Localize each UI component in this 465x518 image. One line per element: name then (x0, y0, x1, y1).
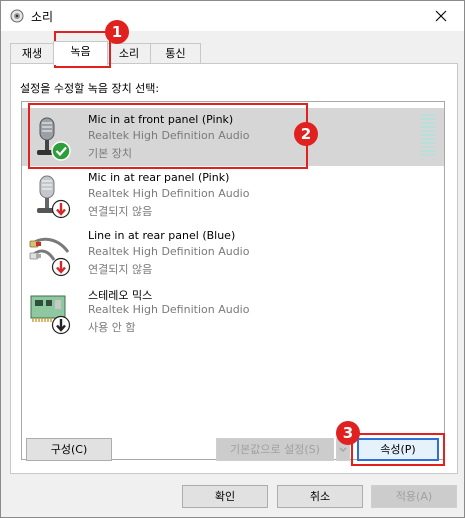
device-driver: Realtek High Definition Audio (88, 187, 250, 200)
title-bar: 소리 (1, 1, 464, 31)
annotation-box-3 (351, 433, 445, 466)
device-driver: Realtek High Definition Audio (88, 303, 250, 316)
configure-button[interactable]: 구성(C) (26, 438, 112, 461)
cancel-button[interactable]: 취소 (277, 485, 363, 508)
speaker-icon (10, 9, 24, 23)
unplugged-arrow-icon (51, 199, 71, 219)
annotation-box-2 (28, 103, 308, 169)
list-item-device-stereo-mix[interactable]: 스테레오 믹스 Realtek High Definition Audio 사용… (22, 282, 444, 340)
tab-sounds[interactable]: 소리 (107, 43, 151, 64)
close-icon (435, 10, 447, 22)
apply-button[interactable]: 적용(A) (371, 485, 457, 508)
sound-dialog: 소리 재생 녹음 소리 통신 설정을 수정할 녹음 장치 선택: Mic in … (0, 0, 465, 518)
device-status: 연결되지 않음 (88, 263, 153, 276)
device-name: Mic in at rear panel (Pink) (88, 171, 230, 184)
device-name: 스테레오 믹스 (88, 289, 153, 302)
audio-cable-icon (29, 237, 71, 277)
instruction-label: 설정을 수정할 녹음 장치 선택: (20, 82, 160, 95)
device-status: 사용 안 함 (88, 321, 136, 334)
ok-button[interactable]: 확인 (182, 485, 268, 508)
microphone-icon (37, 175, 71, 219)
list-item-device-rear-mic[interactable]: Mic in at rear panel (Pink) Realtek High… (22, 166, 444, 224)
annotation-badge-2: 2 (294, 122, 318, 146)
device-driver: Realtek High Definition Audio (88, 245, 250, 258)
tab-recording[interactable]: 녹음 (53, 41, 108, 65)
annotation-badge-3: 3 (336, 421, 360, 445)
annotation-badge-1: 1 (105, 20, 129, 44)
device-name: Line in at rear panel (Blue) (88, 229, 236, 242)
unplugged-arrow-icon (51, 257, 71, 277)
set-default-button[interactable]: 기본값으로 설정(S) (216, 438, 334, 461)
list-item-device-line-in[interactable]: Line in at rear panel (Blue) Realtek Hig… (22, 224, 444, 282)
disabled-arrow-icon (51, 315, 71, 335)
tab-playback[interactable]: 재생 (10, 43, 54, 64)
tab-communications[interactable]: 통신 (150, 43, 201, 64)
close-button[interactable] (418, 1, 464, 31)
level-meter (421, 114, 435, 158)
sound-card-icon (30, 295, 71, 335)
window-title: 소리 (31, 10, 54, 24)
device-status: 연결되지 않음 (88, 205, 153, 218)
